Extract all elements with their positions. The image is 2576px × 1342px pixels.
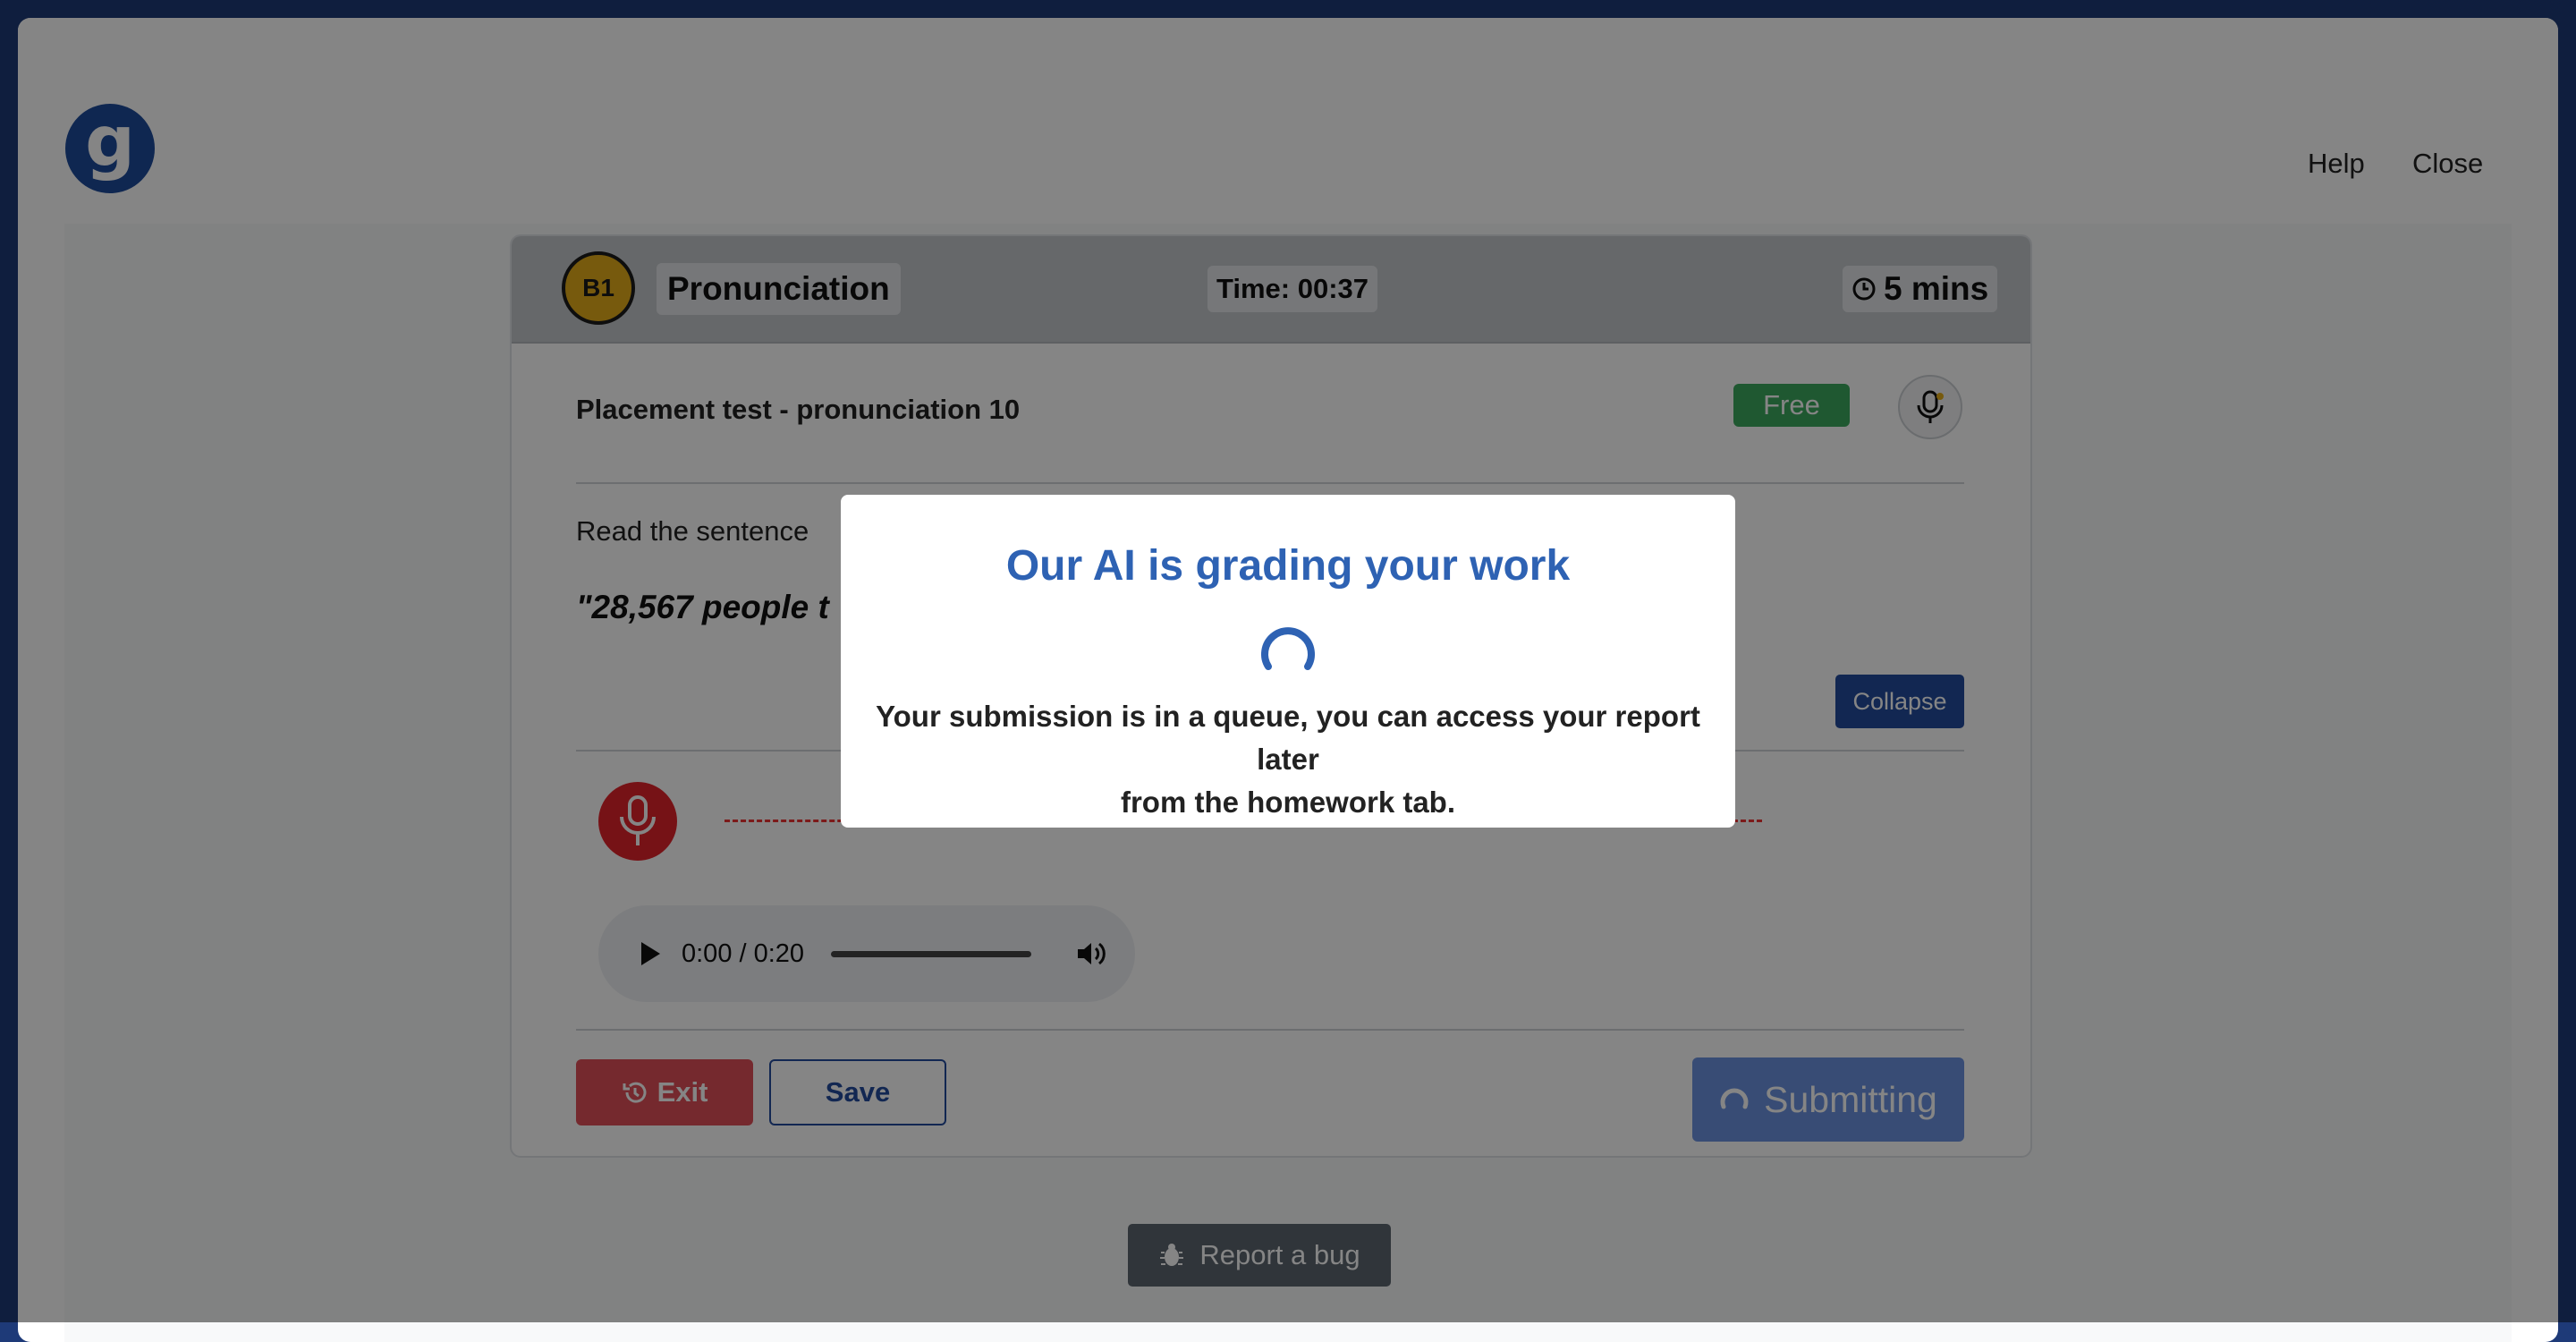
modal-message-line-2: from the homework tab. bbox=[1120, 786, 1456, 819]
modal-message: Your submission is in a queue, you can a… bbox=[841, 695, 1735, 824]
modal-message-line-1: Your submission is in a queue, you can a… bbox=[876, 700, 1700, 776]
grading-modal: Our AI is grading your work Your submiss… bbox=[841, 495, 1735, 828]
loading-spinner-icon bbox=[1261, 627, 1315, 670]
modal-title: Our AI is grading your work bbox=[1005, 542, 1571, 590]
